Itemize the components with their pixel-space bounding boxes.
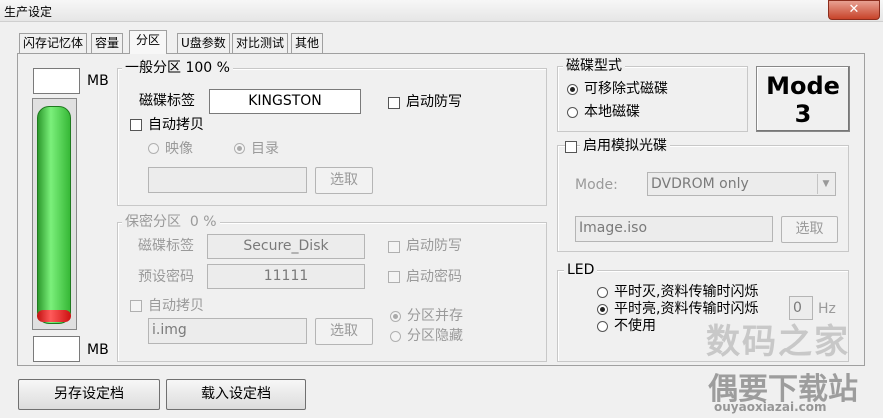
led-opt3-radio[interactable] <box>597 321 608 332</box>
disk-type-legend: 磁碟型式 <box>563 58 625 74</box>
cdrom-enable-checkbox[interactable] <box>565 141 577 153</box>
cdrom-mode-select[interactable]: DVDROM only ▼ <box>647 172 836 196</box>
secure-write-protect-checkbox[interactable] <box>388 241 400 253</box>
secure-password-caption: 预设密码 <box>138 269 194 285</box>
secure-partition-legend: 保密分区 0 % <box>122 214 220 230</box>
general-browse-button[interactable]: 选取 <box>315 167 373 194</box>
led-opt2-radio[interactable] <box>597 304 608 315</box>
local-disk-label: 本地磁碟 <box>584 104 640 120</box>
secure-partition-percent: 0 % <box>189 214 217 230</box>
capacity-top-unit: MB <box>87 73 109 89</box>
secure-enable-password-checkbox[interactable] <box>388 271 400 283</box>
tab-flash-memory[interactable]: 闪存记忆体 <box>19 33 88 53</box>
led-opt1-label: 平时灭,资料传输时闪烁 <box>614 284 759 300</box>
secure-password-input[interactable]: 11111 <box>207 264 365 289</box>
title-bar <box>0 0 883 22</box>
secure-enable-password-label: 启动密码 <box>406 269 462 285</box>
secure-auto-copy-label: 自动拷贝 <box>148 298 204 314</box>
tab-compare-test[interactable]: 对比测试 <box>232 33 289 53</box>
cdrom-mode-value: DVDROM only <box>651 176 749 192</box>
capacity-bar-secure <box>37 310 71 322</box>
mode-label: Mode <box>766 72 840 100</box>
cdrom-enable-label: 启用模拟光碟 <box>580 138 670 154</box>
led-opt3-label: 不使用 <box>614 318 656 334</box>
watermark-line1: 数码之家 <box>706 322 850 362</box>
secure-coexist-radio[interactable] <box>390 311 401 322</box>
secure-auto-copy-checkbox[interactable] <box>130 300 142 312</box>
general-label-caption: 磁碟标签 <box>139 93 195 109</box>
general-auto-copy-label: 自动拷贝 <box>148 117 204 133</box>
tab-partition[interactable]: 分区 <box>129 30 168 54</box>
load-config-button[interactable]: 载入设定档 <box>166 379 306 410</box>
led-legend: LED <box>564 262 598 278</box>
chevron-down-icon: ▼ <box>817 174 834 194</box>
mode-number: 3 <box>794 100 812 128</box>
secure-hidden-label: 分区隐藏 <box>407 328 463 344</box>
general-write-protect-checkbox[interactable] <box>388 97 400 109</box>
secure-label-caption: 磁碟标签 <box>138 238 194 254</box>
save-config-button[interactable]: 另存设定档 <box>18 379 160 410</box>
secure-label-input[interactable]: Secure_Disk <box>207 234 365 259</box>
close-button[interactable]: ✕ <box>828 0 880 20</box>
removable-disk-label: 可移除式磁碟 <box>584 81 668 97</box>
secure-image-input[interactable]: i.img <box>148 318 307 344</box>
disk-type-group <box>557 66 748 132</box>
capacity-top-input[interactable] <box>33 68 80 94</box>
general-partition-percent: 100 % <box>185 60 230 76</box>
capacity-bottom-input[interactable] <box>33 336 80 362</box>
capacity-bar-fill <box>37 106 71 324</box>
tab-usb-params[interactable]: U盘参数 <box>177 33 230 53</box>
watermark-line3: ouyaoxiazai.com <box>714 400 827 414</box>
general-image-radio[interactable] <box>148 143 159 154</box>
tab-other[interactable]: 其他 <box>291 33 324 53</box>
general-partition-legend: 一般分区 100 % <box>122 60 233 76</box>
general-dir-label: 目录 <box>251 141 279 157</box>
mode-indicator: Mode 3 <box>756 66 850 132</box>
removable-disk-radio[interactable] <box>567 84 578 95</box>
cdrom-image-input[interactable]: Image.iso <box>575 216 773 242</box>
secure-hidden-radio[interactable] <box>390 331 401 342</box>
general-write-protect-label: 启动防写 <box>406 94 462 110</box>
general-label-input[interactable]: KINGSTON <box>209 89 361 114</box>
general-path-input[interactable] <box>148 167 307 193</box>
window-title: 生产设定 <box>4 5 53 19</box>
local-disk-radio[interactable] <box>567 107 578 118</box>
secure-browse-button[interactable]: 选取 <box>315 318 373 345</box>
cdrom-browse-button[interactable]: 选取 <box>781 216 838 243</box>
cdrom-mode-caption: Mode: <box>575 177 618 193</box>
general-auto-copy-checkbox[interactable] <box>130 119 142 131</box>
capacity-bottom-unit: MB <box>87 342 109 358</box>
general-image-label: 映像 <box>165 141 193 157</box>
led-opt1-radio[interactable] <box>597 287 608 298</box>
secure-coexist-label: 分区并存 <box>407 308 463 324</box>
secure-write-protect-label: 启动防写 <box>406 238 462 254</box>
tab-capacity[interactable]: 容量 <box>91 33 124 53</box>
general-dir-radio[interactable] <box>234 143 245 154</box>
